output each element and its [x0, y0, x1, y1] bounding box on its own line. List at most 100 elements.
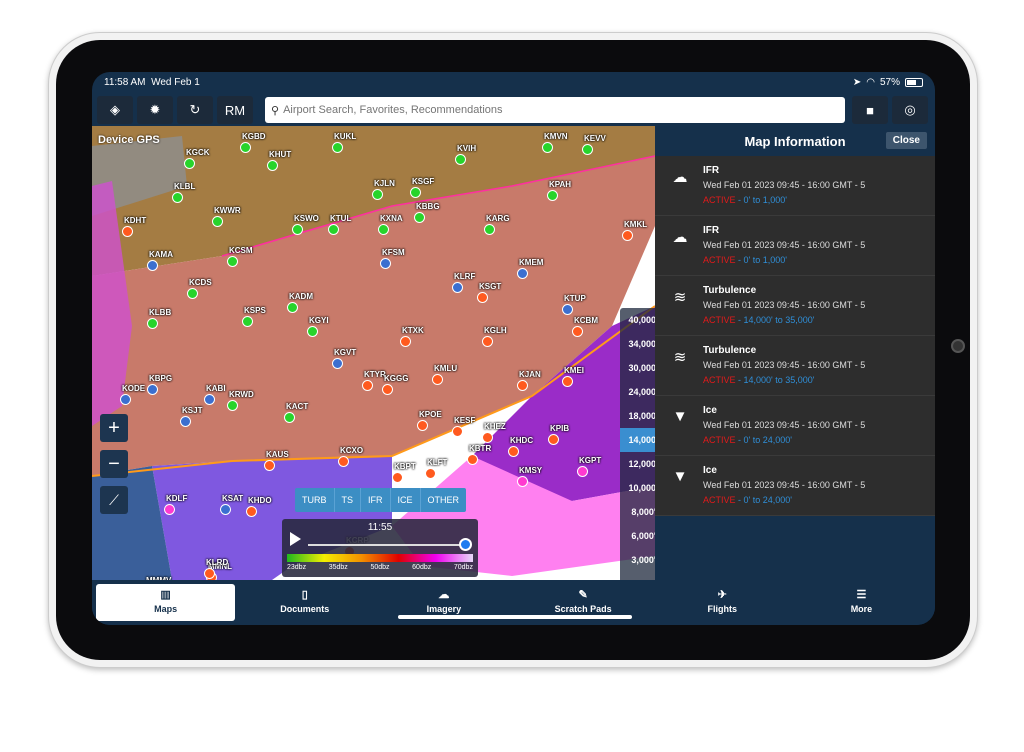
airport-marker[interactable] — [392, 472, 403, 483]
airport-marker[interactable] — [212, 216, 223, 227]
airport-marker[interactable] — [147, 384, 158, 395]
altitude-option[interactable]: 2,500' — [620, 572, 655, 580]
airport-marker[interactable] — [380, 258, 391, 269]
timeline-slider[interactable] — [308, 544, 466, 546]
airport-marker[interactable] — [242, 316, 253, 327]
airport-marker[interactable] — [517, 380, 528, 391]
tab-flights[interactable]: ✈ Flights — [653, 584, 792, 621]
advisory-item[interactable]: ▼ Ice Wed Feb 01 2023 09:45 - 16:00 GMT … — [655, 456, 935, 516]
airport-marker[interactable] — [147, 260, 158, 271]
airport-marker[interactable] — [425, 468, 436, 479]
airport-marker[interactable] — [577, 466, 588, 477]
airport-marker[interactable] — [414, 212, 425, 223]
altitude-option[interactable]: 3,000' — [620, 548, 655, 572]
filter-ifr[interactable]: IFR — [361, 488, 391, 512]
airport-marker[interactable] — [400, 336, 411, 347]
airport-marker[interactable] — [382, 384, 393, 395]
altitude-option[interactable]: 34,000 — [620, 332, 655, 356]
airport-marker[interactable] — [180, 416, 191, 427]
airport-marker[interactable] — [482, 432, 493, 443]
altitude-option[interactable]: 10,000 — [620, 476, 655, 500]
video-button[interactable]: ■ — [852, 96, 888, 124]
zoom-out-button[interactable]: − — [100, 450, 128, 478]
tab-documents[interactable]: ▯ Documents — [235, 584, 374, 621]
airport-marker[interactable] — [467, 454, 478, 465]
rm-button[interactable]: RM — [217, 96, 253, 124]
airport-marker[interactable] — [220, 504, 231, 515]
airport-marker[interactable] — [332, 358, 343, 369]
airport-marker[interactable] — [410, 187, 421, 198]
airport-marker[interactable] — [562, 376, 573, 387]
altitude-option[interactable]: 6,000' — [620, 524, 655, 548]
airport-marker[interactable] — [542, 142, 553, 153]
airport-marker[interactable] — [204, 394, 215, 405]
airport-marker[interactable] — [338, 456, 349, 467]
airport-marker[interactable] — [417, 420, 428, 431]
airport-marker[interactable] — [572, 326, 583, 337]
airport-marker[interactable] — [240, 142, 251, 153]
airport-marker[interactable] — [122, 226, 133, 237]
layers-button[interactable]: ◈ — [97, 96, 133, 124]
airport-marker[interactable] — [547, 190, 558, 201]
airport-marker[interactable] — [484, 224, 495, 235]
altitude-option[interactable]: 12,000 — [620, 452, 655, 476]
route-button[interactable]: ⟋ — [100, 486, 128, 514]
airport-marker[interactable] — [292, 224, 303, 235]
airport-marker[interactable] — [582, 144, 593, 155]
search-input[interactable] — [283, 104, 845, 116]
close-button[interactable]: Close — [885, 132, 927, 149]
settings-button[interactable]: ✹ — [137, 96, 173, 124]
airport-marker[interactable] — [187, 288, 198, 299]
airport-marker[interactable] — [508, 446, 519, 457]
tab-maps[interactable]: ▥ Maps — [96, 584, 236, 621]
airport-marker[interactable] — [452, 282, 463, 293]
airport-marker[interactable] — [622, 230, 633, 241]
search-bar[interactable]: ⚲ — [265, 97, 845, 123]
airport-marker[interactable] — [227, 256, 238, 267]
airport-marker[interactable] — [328, 224, 339, 235]
tab-more[interactable]: ☰ More — [792, 584, 931, 621]
airport-marker[interactable] — [548, 434, 559, 445]
play-icon[interactable] — [290, 532, 301, 546]
airport-marker[interactable] — [227, 400, 238, 411]
airport-marker[interactable] — [372, 189, 383, 200]
refresh-button[interactable]: ↻ — [177, 96, 213, 124]
airport-marker[interactable] — [452, 426, 463, 437]
airport-marker[interactable] — [246, 506, 257, 517]
airport-marker[interactable] — [184, 158, 195, 169]
airport-marker[interactable] — [307, 326, 318, 337]
filter-ts[interactable]: TS — [335, 488, 362, 512]
filter-ice[interactable]: ICE — [391, 488, 421, 512]
altitude-option[interactable]: 40,000 — [620, 308, 655, 332]
airport-marker[interactable] — [432, 374, 443, 385]
airport-marker[interactable] — [287, 302, 298, 313]
advisory-item[interactable]: ≋ Turbulence Wed Feb 01 2023 09:45 - 16:… — [655, 276, 935, 336]
airport-marker[interactable] — [562, 304, 573, 315]
airport-marker[interactable] — [517, 268, 528, 279]
airport-marker[interactable] — [267, 160, 278, 171]
map-view[interactable]: KGBD KUKL KMVN KEVV KGCK KHUT KVIH KLBL KJLN KSGF… — [92, 126, 655, 580]
advisory-item[interactable]: ▼ Ice Wed Feb 01 2023 09:45 - 16:00 GMT … — [655, 396, 935, 456]
airport-marker[interactable] — [164, 504, 175, 515]
airport-marker[interactable] — [204, 568, 215, 579]
filter-turb[interactable]: TURB — [295, 488, 335, 512]
airport-marker[interactable] — [264, 460, 275, 471]
altitude-option[interactable]: 18,000 — [620, 404, 655, 428]
airport-marker[interactable] — [147, 318, 158, 329]
advisory-item[interactable]: ☁ IFR Wed Feb 01 2023 09:45 - 16:00 GMT … — [655, 216, 935, 276]
airport-marker[interactable] — [284, 412, 295, 423]
airport-marker[interactable] — [378, 224, 389, 235]
airport-marker[interactable] — [362, 380, 373, 391]
advisory-item[interactable]: ≋ Turbulence Wed Feb 01 2023 09:45 - 16:… — [655, 336, 935, 396]
airport-marker[interactable] — [477, 292, 488, 303]
airport-marker[interactable] — [172, 192, 183, 203]
altitude-option[interactable]: 24,000 — [620, 380, 655, 404]
airport-marker[interactable] — [517, 476, 528, 487]
airport-marker[interactable] — [120, 394, 131, 405]
locate-button[interactable]: ◎ — [892, 96, 928, 124]
altitude-option[interactable]: 14,000 — [620, 428, 655, 452]
airport-marker[interactable] — [455, 154, 466, 165]
advisory-item[interactable]: ☁ IFR Wed Feb 01 2023 09:45 - 16:00 GMT … — [655, 156, 935, 216]
airport-marker[interactable] — [482, 336, 493, 347]
zoom-in-button[interactable]: + — [100, 414, 128, 442]
